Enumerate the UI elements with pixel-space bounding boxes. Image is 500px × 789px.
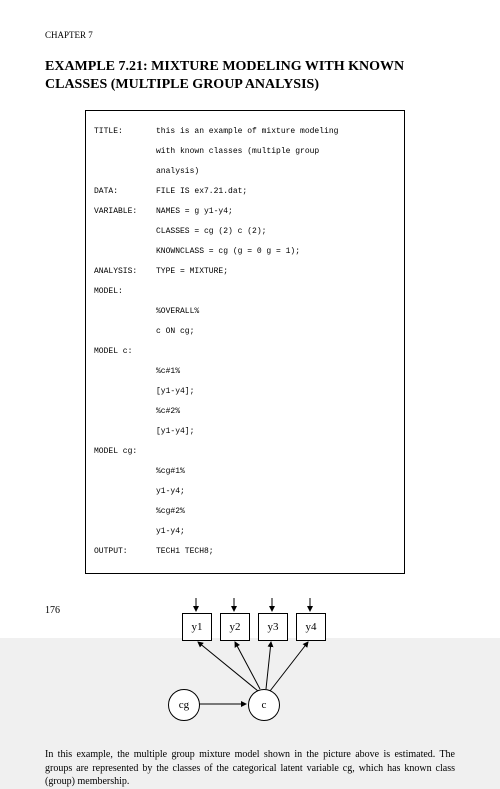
- code-modelcg-label: MODEL cg:: [94, 447, 156, 457]
- title-line-2: CLASSES (MULTIPLE GROUP ANALYSIS): [45, 77, 319, 92]
- code-modelc-l4: [y1-y4];: [156, 427, 194, 436]
- code-modelcg-l1: %cg#1%: [156, 467, 185, 476]
- code-title-label: TITLE:: [94, 127, 156, 137]
- code-model-l2: c ON cg;: [156, 327, 194, 336]
- code-model-l1: %OVERALL%: [156, 307, 199, 316]
- code-model-label: MODEL:: [94, 287, 156, 297]
- code-output-label: OUTPUT:: [94, 547, 156, 557]
- code-block: TITLE:this is an example of mixture mode…: [85, 110, 405, 574]
- node-y1: y1: [182, 613, 212, 641]
- code-modelc-l3: %c#2%: [156, 407, 180, 416]
- body-paragraph: In this example, the multiple group mixt…: [45, 748, 455, 789]
- title-line-1: EXAMPLE 7.21: MIXTURE MODELING WITH KNOW…: [45, 59, 404, 74]
- code-output-l1: TECH1 TECH8;: [156, 547, 214, 556]
- code-title-l1: this is an example of mixture modeling: [156, 127, 338, 136]
- chapter-label: CHAPTER 7: [45, 30, 455, 40]
- code-data-label: DATA:: [94, 187, 156, 197]
- code-analysis-l1: TYPE = MIXTURE;: [156, 267, 228, 276]
- code-title-l2: with known classes (multiple group: [156, 147, 319, 156]
- code-modelc-l2: [y1-y4];: [156, 387, 194, 396]
- code-variable-l2: CLASSES = cg (2) c (2);: [156, 227, 266, 236]
- code-data-l1: FILE IS ex7.21.dat;: [156, 187, 247, 196]
- code-modelcg-l4: y1-y4;: [156, 527, 185, 536]
- code-variable-l3: KNOWNCLASS = cg (g = 0 g = 1);: [156, 247, 300, 256]
- node-y3: y3: [258, 613, 288, 641]
- page-title: EXAMPLE 7.21: MIXTURE MODELING WITH KNOW…: [45, 58, 455, 94]
- node-y4: y4: [296, 613, 326, 641]
- code-analysis-label: ANALYSIS:: [94, 267, 156, 277]
- code-modelc-label: MODEL c:: [94, 347, 156, 357]
- code-title-l3: analysis): [156, 167, 199, 176]
- page: CHAPTER 7 EXAMPLE 7.21: MIXTURE MODELING…: [0, 0, 500, 638]
- code-modelcg-l2: y1-y4;: [156, 487, 185, 496]
- code-modelc-l1: %c#1%: [156, 367, 180, 376]
- page-number: 176: [45, 605, 60, 616]
- code-modelcg-l3: %cg#2%: [156, 507, 185, 516]
- diagram: y1 y2 y3 y4 cg c: [140, 594, 360, 734]
- code-variable-l1: NAMES = g y1-y4;: [156, 207, 233, 216]
- code-variable-label: VARIABLE:: [94, 207, 156, 217]
- node-y2: y2: [220, 613, 250, 641]
